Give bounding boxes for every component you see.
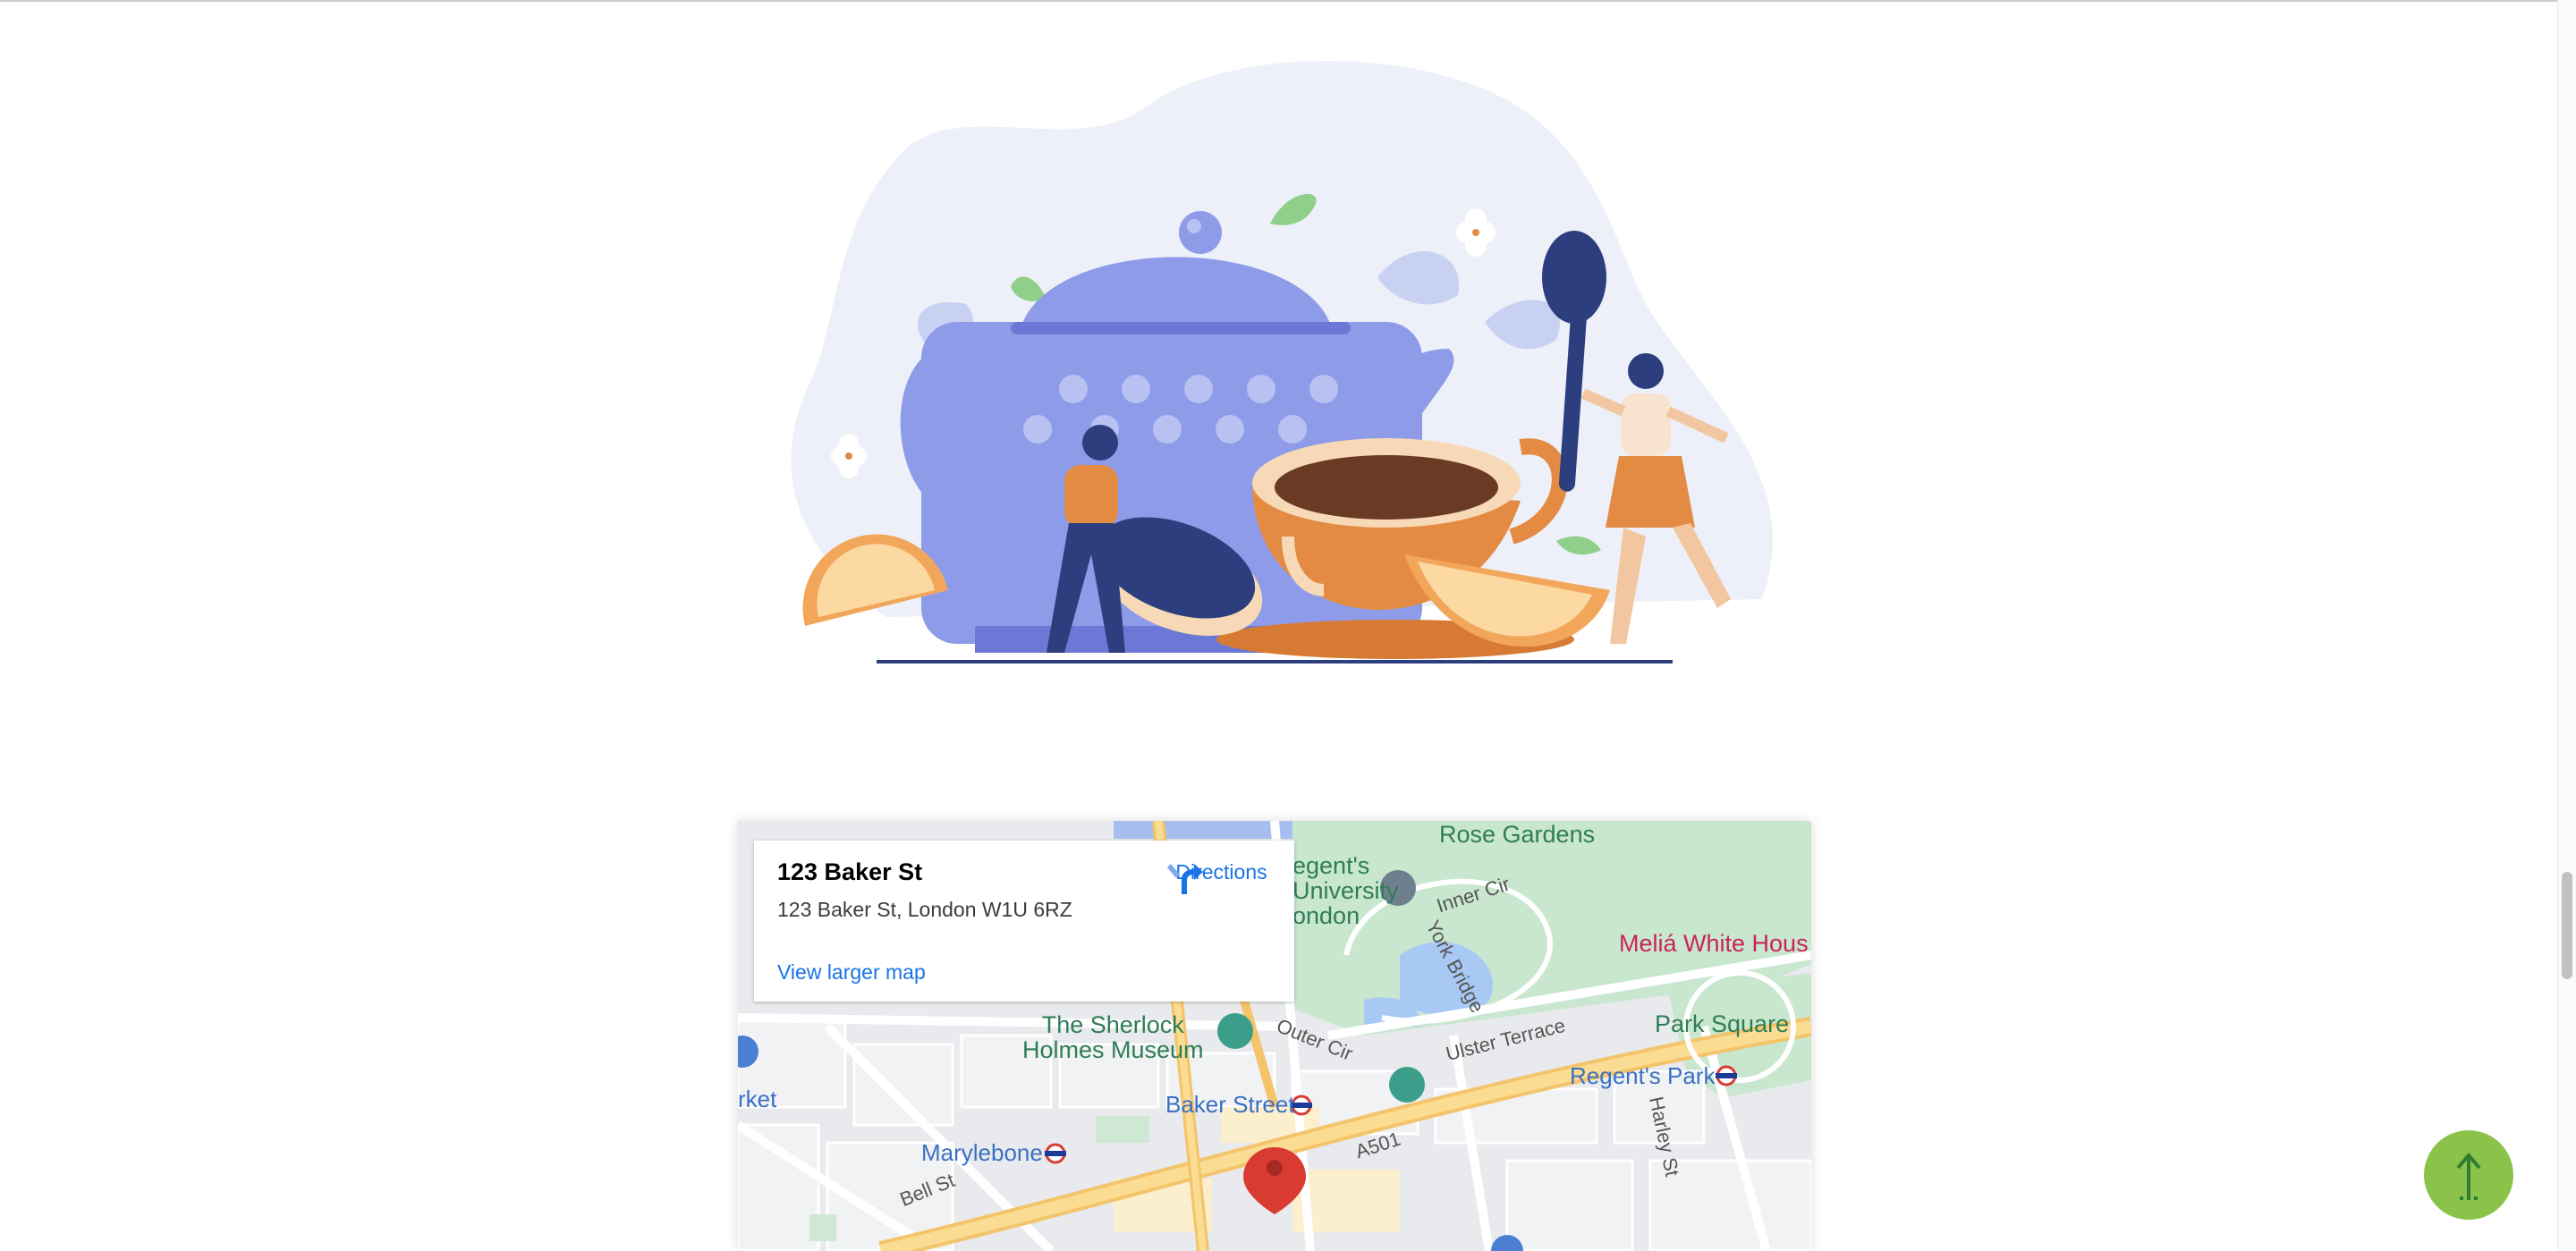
embedded-map[interactable]: Rose Gardens egent's University ondon In…: [738, 821, 1811, 1251]
directions-button[interactable]: Directions: [1165, 857, 1277, 894]
map-label-rose-gardens: Rose Gardens: [1439, 821, 1596, 848]
scrollbar-thumb[interactable]: [2562, 872, 2572, 979]
top-border: [0, 0, 2558, 2]
map-label-park-square: Park Square: [1655, 1010, 1790, 1037]
map-label-marylebone-station: Marylebone: [921, 1139, 1043, 1166]
tea-illustration: [751, 54, 1807, 680]
place-address: 123 Baker St, London W1U 6RZ: [777, 898, 1072, 921]
scrollbar[interactable]: [2557, 0, 2576, 1251]
place-title: 123 Baker St: [777, 858, 923, 885]
map-label-regents-university: egent's University ondon: [1292, 852, 1399, 929]
map-label-melia: Meliá White Hous: [1619, 930, 1809, 957]
map-info-card: 123 Baker St 123 Baker St, London W1U 6R…: [754, 841, 1294, 1002]
map-label-market: rket: [738, 1086, 777, 1112]
map-label-regents-park-station: Regent's Park: [1570, 1062, 1716, 1089]
map-label-sherlock-museum: The Sherlock Holmes Museum: [1022, 1011, 1204, 1063]
map-label-baker-street-station: Baker Street: [1165, 1091, 1295, 1118]
arrow-up-icon: [2424, 1152, 2513, 1223]
scroll-to-top-button[interactable]: [2424, 1130, 2513, 1220]
view-larger-map-link[interactable]: View larger map: [777, 960, 926, 985]
